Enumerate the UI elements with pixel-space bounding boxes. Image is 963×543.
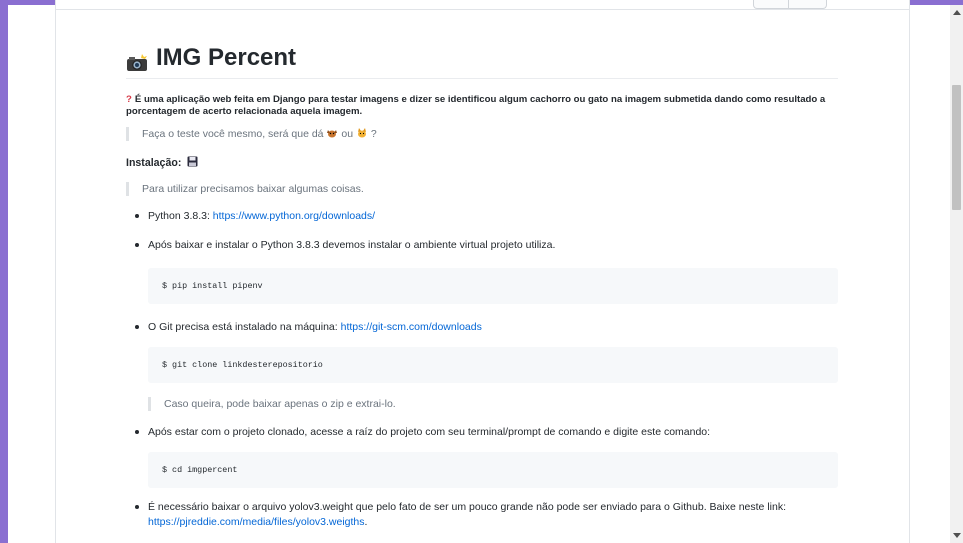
pipenv-instruction: Após baixar e instalar o Python 3.8.3 de… [148, 239, 556, 251]
readme-container: IMG Percent ? É uma aplicação web feita e… [55, 0, 910, 543]
git-download-link[interactable]: https://git-scm.com/downloads [341, 321, 482, 333]
camera-flash-icon [126, 48, 148, 71]
cd-instruction: Após estar com o projeto clonado, acesse… [148, 426, 711, 438]
quote2-text: Para utilizar precisamos baixar algumas … [142, 183, 364, 195]
dog-icon [326, 127, 338, 139]
list-item: Python 3.8.3: https://www.python.org/dow… [126, 209, 838, 223]
list-item: É necessário baixar o arquivo yolov3.wei… [126, 500, 838, 530]
title-text: IMG Percent [156, 44, 297, 71]
code-pip-install: $ pip install pipenv [162, 281, 263, 291]
vertical-scrollbar[interactable] [950, 5, 963, 543]
python-download-link[interactable]: https://www.python.org/downloads/ [213, 210, 375, 222]
weights-text: É necessário baixar o arquivo yolov3.wei… [148, 501, 786, 513]
zip-text: Caso queira, pode baixar apenas o zip e … [164, 398, 396, 410]
install-steps-list-2: O Git precisa está instalado na máquina:… [126, 320, 838, 334]
code-cd: $ cd imgpercent [162, 465, 238, 475]
test-blockquote: Faça o teste você mesmo, será que dá ou [126, 127, 838, 141]
code-git-clone: $ git clone linkdesterepositorio [162, 360, 323, 370]
quote1-or: ou [341, 128, 354, 140]
git-text: O Git precisa está instalado na máquina: [148, 321, 341, 333]
zip-blockquote: Caso queira, pode baixar apenas o zip e … [148, 397, 838, 411]
weights-download-link[interactable]: https://pjreddie.com/media/files/yolov3.… [148, 516, 365, 528]
code-block[interactable]: $ git clone linkdesterepositorio [148, 347, 838, 383]
list-item: Após estar com o projeto clonado, acesse… [126, 425, 838, 439]
scroll-down-arrow-icon[interactable] [953, 533, 961, 538]
header-button-group[interactable] [753, 0, 827, 9]
list-item: O Git precisa está instalado na máquina:… [126, 320, 838, 334]
scrollbar-thumb[interactable] [952, 85, 961, 210]
install-title-text: Instalação: [126, 157, 182, 169]
code-block[interactable]: $ cd imgpercent [148, 452, 838, 488]
button-divider [788, 0, 789, 8]
install-steps-list: Python 3.8.3: https://www.python.org/dow… [126, 209, 838, 252]
intro-paragraph: ? É uma aplicação web feita em Django par… [126, 94, 838, 118]
requirements-blockquote: Para utilizar precisamos baixar algumas … [126, 182, 838, 196]
weights-period: . [364, 516, 368, 528]
scroll-up-arrow-icon[interactable] [953, 10, 961, 15]
readme-content: IMG Percent ? É uma aplicação web feita e… [126, 38, 838, 530]
readme-header-edge [56, 0, 909, 10]
red-question-icon: ? [126, 94, 132, 105]
cat-icon [356, 127, 368, 139]
code-block[interactable]: $ pip install pipenv [148, 268, 838, 304]
install-steps-list-4: É necessário baixar o arquivo yolov3.wei… [126, 500, 838, 530]
list-item: Após baixar e instalar o Python 3.8.3 de… [126, 238, 838, 252]
floppy-disk-icon [187, 156, 198, 167]
install-steps-list-3: Após estar com o projeto clonado, acesse… [126, 425, 838, 439]
intro-text: É uma aplicação web feita em Django para… [126, 94, 826, 117]
quote1-question: ? [370, 128, 377, 140]
python-text: Python 3.8.3: [148, 210, 213, 222]
readme-title: IMG Percent [126, 38, 838, 79]
quote1-text: Faça o teste você mesmo, será que dá [142, 128, 324, 140]
install-heading: Instalação: [126, 156, 838, 170]
